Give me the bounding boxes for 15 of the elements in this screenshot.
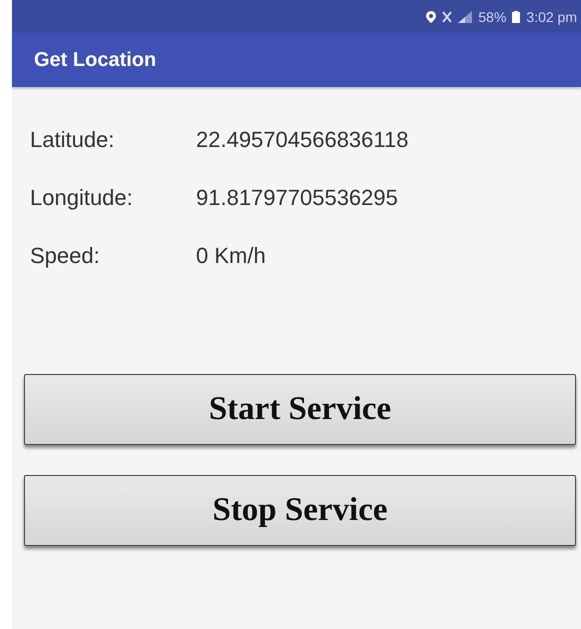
- field-label: Speed:: [30, 245, 100, 267]
- field-value: 91.81797705536295: [196, 187, 398, 209]
- signal-icon: [458, 10, 472, 22]
- field-label: Longitude:: [30, 187, 133, 209]
- service-button[interactable]: Stop Service: [24, 475, 576, 546]
- field-label: Latitude:: [30, 129, 114, 151]
- location-pin-icon: [426, 10, 436, 22]
- status-time: 3:02 pm: [526, 8, 577, 24]
- field-value: 0 Km/h: [196, 245, 266, 267]
- service-button[interactable]: Start Service: [24, 374, 576, 445]
- app-title: Get Location: [34, 48, 156, 72]
- field-value: 22.495704566836118: [196, 129, 408, 151]
- battery-percent: 58%: [478, 8, 506, 24]
- no-signal-icon: [442, 10, 452, 22]
- battery-icon: [512, 10, 520, 22]
